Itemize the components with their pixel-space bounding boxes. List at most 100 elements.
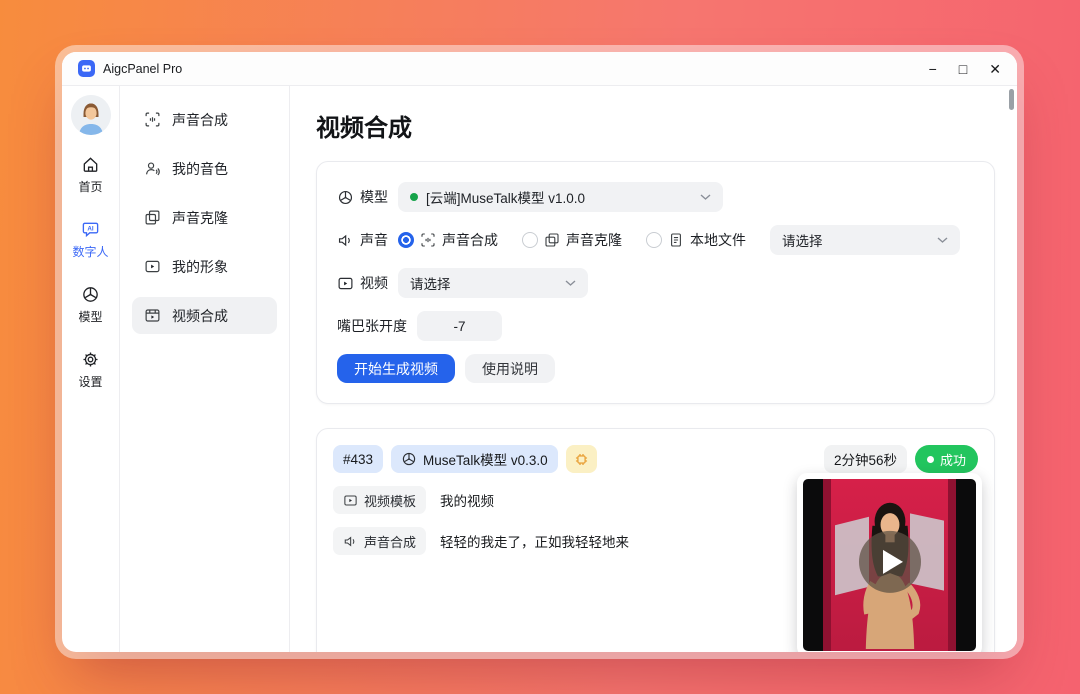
form-card: 模型 [云端]MuseTalk模型 v1.0.0 声音	[316, 161, 995, 404]
voice-option-local-file[interactable]: 本地文件	[646, 230, 746, 250]
video-icon	[337, 275, 354, 292]
desktop-background: AigcPanel Pro − □ ✕	[0, 0, 1080, 694]
submenu-item-voice-clone[interactable]: 声音克隆	[132, 199, 277, 236]
chip-settings-icon	[574, 452, 589, 467]
minimize-button[interactable]: −	[929, 62, 937, 76]
submenu-item-label: 我的形象	[172, 257, 228, 277]
mouth-openness-label: 嘴巴张开度	[337, 316, 407, 336]
voice-synthesis-icon	[144, 111, 161, 128]
radio-selected	[398, 232, 414, 248]
video-thumbnail[interactable]	[797, 473, 982, 652]
window-controls: − □ ✕	[929, 62, 1001, 76]
chevron-down-icon	[565, 280, 576, 287]
page-title: 视频合成	[316, 108, 995, 143]
video-template-value: 我的视频	[440, 490, 494, 510]
voice-select[interactable]: 请选择	[770, 225, 960, 255]
task-header: #433 MuseTalk模型 v0.3.0 2分钟56秒 成功	[333, 445, 978, 473]
voice-synthesis-icon	[420, 232, 436, 248]
rail-item-home[interactable]: 首页	[78, 155, 102, 195]
video-row: 视频 请选择	[337, 268, 974, 298]
model-select-value: [云端]MuseTalk模型 v1.0.0	[426, 187, 585, 207]
submenu-item-voice-synthesis[interactable]: 声音合成	[132, 101, 277, 138]
main-content: 视频合成 模型 [云端]MuseTalk模型 v1.0.0	[290, 86, 1017, 652]
voice-clone-icon	[544, 232, 560, 248]
submenu-item-video-synthesis[interactable]: 视频合成	[132, 297, 277, 334]
voice-synthesis-tag: 声音合成	[333, 527, 426, 555]
status-dot	[410, 193, 418, 201]
video-label: 视频	[337, 273, 388, 293]
task-status-badge: 成功	[915, 445, 978, 473]
voice-option-clone[interactable]: 声音克隆	[522, 230, 622, 250]
play-button[interactable]	[859, 531, 921, 593]
usage-help-button[interactable]: 使用说明	[465, 354, 555, 383]
model-select[interactable]: [云端]MuseTalk模型 v1.0.0	[398, 182, 723, 212]
radio-unselected	[522, 232, 538, 248]
video-frame	[803, 479, 976, 651]
voice-label: 声音	[337, 230, 388, 250]
task-duration-badge: 2分钟56秒	[824, 445, 907, 473]
nav-rail: 首页 AI 数字人 模型 设置	[62, 86, 120, 652]
video-select[interactable]: 请选择	[398, 268, 588, 298]
app-body: 首页 AI 数字人 模型 设置 声音合成	[62, 86, 1017, 652]
titlebar[interactable]: AigcPanel Pro − □ ✕	[62, 52, 1017, 86]
chevron-down-icon	[700, 194, 711, 201]
rail-item-digital-human[interactable]: AI 数字人	[72, 220, 108, 260]
mouth-openness-input[interactable]	[417, 311, 502, 341]
speaker-icon	[343, 534, 358, 549]
voice-select-placeholder: 请选择	[782, 230, 823, 250]
my-avatar-icon	[144, 258, 161, 275]
task-card: #433 MuseTalk模型 v0.3.0 2分钟56秒 成功	[316, 428, 995, 652]
scrollbar-thumb[interactable]	[1009, 89, 1014, 110]
maximize-button[interactable]: □	[959, 62, 967, 76]
start-generate-video-button[interactable]: 开始生成视频	[337, 354, 455, 383]
voice-clone-icon	[144, 209, 161, 226]
rail-item-label: 首页	[78, 178, 102, 195]
video-synthesis-icon	[144, 307, 161, 324]
app-logo-icon	[78, 60, 95, 77]
window-title: AigcPanel Pro	[103, 62, 182, 76]
backdrop-edge	[948, 479, 956, 651]
rail-item-model[interactable]: 模型	[78, 285, 102, 325]
submenu: 声音合成 我的音色 声音克隆 我的形象 视频合成	[120, 86, 290, 652]
task-id-badge: #433	[333, 445, 383, 473]
play-icon	[883, 550, 903, 574]
model-row: 模型 [云端]MuseTalk模型 v1.0.0	[337, 182, 974, 212]
task-settings-badge[interactable]	[566, 445, 597, 473]
submenu-item-label: 视频合成	[172, 306, 228, 326]
close-button[interactable]: ✕	[989, 62, 1001, 76]
speaker-icon	[337, 232, 354, 249]
mouth-row: 嘴巴张开度	[337, 311, 974, 341]
model-icon	[337, 189, 354, 206]
model-icon	[401, 451, 417, 467]
voice-row: 声音 声音合成 声音克隆	[337, 225, 974, 255]
task-model-badge: MuseTalk模型 v0.3.0	[391, 445, 558, 473]
home-icon	[81, 155, 100, 174]
video-template-icon	[343, 493, 358, 508]
model-label: 模型	[337, 187, 388, 207]
svg-text:AI: AI	[87, 226, 94, 233]
video-template-tag: 视频模板	[333, 486, 426, 514]
voice-option-synthesis[interactable]: 声音合成	[398, 230, 498, 250]
my-voice-icon	[144, 160, 161, 177]
file-icon	[668, 232, 684, 248]
buttons-row: 开始生成视频 使用说明	[337, 354, 974, 383]
backdrop-edge	[823, 479, 831, 651]
ai-digital-human-icon: AI	[81, 220, 100, 239]
voice-synthesis-text: 轻轻的我走了，正如我轻轻地来	[440, 531, 629, 551]
submenu-item-label: 我的音色	[172, 159, 228, 179]
rail-item-label: 数字人	[72, 243, 108, 260]
video-select-placeholder: 请选择	[410, 273, 451, 293]
submenu-item-my-avatar[interactable]: 我的形象	[132, 248, 277, 285]
submenu-item-label: 声音合成	[172, 110, 228, 130]
rail-item-label: 设置	[78, 373, 102, 390]
chevron-down-icon	[937, 237, 948, 244]
rail-item-settings[interactable]: 设置	[78, 350, 102, 390]
app-window: AigcPanel Pro − □ ✕	[62, 52, 1017, 652]
user-avatar-icon	[71, 95, 111, 135]
model-icon	[81, 285, 100, 304]
radio-unselected	[646, 232, 662, 248]
submenu-item-my-voice[interactable]: 我的音色	[132, 150, 277, 187]
submenu-item-label: 声音克隆	[172, 208, 228, 228]
status-dot	[927, 456, 934, 463]
avatar[interactable]	[71, 95, 111, 135]
